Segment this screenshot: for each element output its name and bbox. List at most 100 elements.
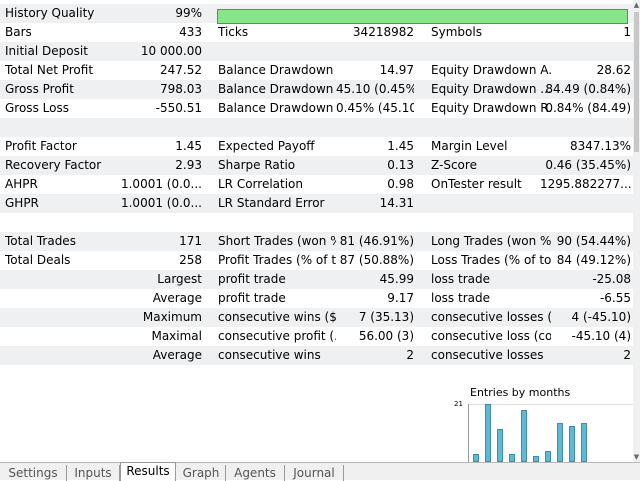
total-trades-value: 171 [179,234,202,248]
total-net-profit-label: Total Net Profit [5,63,94,77]
spacer-row [0,118,633,137]
profit-trades-label: Profit Trades (% of t... [218,253,336,267]
average-consecutive-label: Average [152,348,202,362]
chart-bar [557,423,563,462]
sharpe-ratio-label: Sharpe Ratio [218,158,296,172]
chart-plot-area [468,404,633,462]
margin-level-value: 8347.13% [569,139,631,153]
profit-trades-value: 87 (50.88%) [339,253,414,267]
loss-trades-value: 84 (49.12%) [556,253,631,267]
ontester-result-label: OnTester result [431,177,522,191]
equity-drawdown-abs-value: 28.62 [596,63,631,77]
average-label: Average [152,291,202,305]
balance-drawdown-rel-label: Balance Drawdown ... [218,101,336,115]
row-total-deals: Total Deals 258 Profit Trades (% of t...… [0,251,633,270]
ontester-result-value: 1295.882277... [540,177,631,191]
equity-drawdown-max-label: Equity Drawdown ... [431,82,551,96]
max-consecutive-wins-label: consecutive wins ($) [218,310,336,324]
lr-correlation-value: 0.98 [387,177,414,191]
average-loss-trade-value: -6.55 [599,291,631,305]
gross-profit-value: 798.03 [160,82,202,96]
average-consecutive-wins-label: consecutive wins [218,348,321,362]
long-trades-value: 90 (54.44%) [556,234,631,248]
short-trades-label: Short Trades (won %) [218,234,336,248]
row-maximal: Maximal consecutive profit (... 56.00 (3… [0,327,633,346]
recovery-factor-value: 2.93 [175,158,202,172]
largest-label: Largest [157,272,202,286]
tab-results[interactable]: Results [120,462,176,481]
row-gross-profit: Gross Profit 798.03 Balance Drawdown ...… [0,80,633,99]
history-quality-bar [217,9,628,24]
chart-bar [581,423,587,462]
largest-profit-trade-label: profit trade [218,272,286,286]
ticks-label: Ticks [218,25,249,39]
spacer-row [0,365,633,384]
initial-deposit-value: 10 000.00 [140,44,202,58]
chart-title: Entries by months [470,386,571,399]
row-history-quality: History Quality 99% [0,4,633,24]
symbols-value: 1 [623,25,631,39]
row-gross-loss: Gross Loss -550.51 Balance Drawdown ... … [0,99,633,118]
largest-loss-trade-label: loss trade [431,272,490,286]
scroll-up-arrow-icon[interactable]: ▲ [633,0,640,10]
balance-drawdown-max-value: 45.10 (0.45%) [336,82,414,96]
maximal-consecutive-loss-value: -45.10 (4) [571,329,632,343]
z-score-value: 0.46 (35.45%) [545,158,631,172]
maximum-label: Maximum [142,310,202,324]
average-profit-trade-label: profit trade [218,291,286,305]
max-consecutive-losses-value: 4 (-45.10) [571,310,632,324]
maximal-consecutive-profit-label: consecutive profit (... [218,329,336,343]
sharpe-ratio-value: 0.13 [387,158,414,172]
equity-drawdown-abs-label: Equity Drawdown A... [431,63,551,77]
tab-settings[interactable]: Settings [0,465,67,481]
expected-payoff-label: Expected Payoff [218,139,315,153]
largest-profit-trade-value: 45.99 [379,272,414,286]
row-maximum: Maximum consecutive wins ($) 7 (35.13) c… [0,308,633,327]
tab-agents[interactable]: Agents [226,465,285,481]
row-average-consecutive: Average consecutive wins 2 consecutive l… [0,346,633,365]
maximal-consecutive-loss-label: consecutive loss (co... [431,329,551,343]
max-consecutive-wins-value: 7 (35.13) [358,310,414,324]
maximal-label: Maximal [151,329,202,343]
z-score-label: Z-Score [431,158,477,172]
symbols-label: Symbols [431,25,482,39]
row-average-trade: Average profit trade 9.17 loss trade -6.… [0,289,633,308]
total-trades-label: Total Trades [5,234,76,248]
chart-bar [521,410,527,462]
total-deals-label: Total Deals [5,253,71,267]
largest-loss-trade-value: -25.08 [592,272,631,286]
ticks-value: 34218982 [352,25,414,39]
equity-drawdown-max-value: 84.49 (0.84%) [545,82,631,96]
row-bars: Bars 433 Ticks 34218982 Symbols 1 [0,23,633,42]
row-total-trades: Total Trades 171 Short Trades (won %) 81… [0,232,633,251]
margin-level-label: Margin Level [431,139,508,153]
initial-deposit-label: Initial Deposit [5,44,88,58]
average-consecutive-wins-value: 2 [406,348,414,362]
row-ghpr: GHPR 1.0001 (0.0... LR Standard Error 14… [0,194,633,213]
short-trades-value: 81 (46.91%) [339,234,414,248]
average-consecutive-losses-label: consecutive losses [431,348,544,362]
tab-graph[interactable]: Graph [177,465,226,481]
chart-bar [545,451,551,462]
tab-inputs[interactable]: Inputs [67,465,120,481]
equity-drawdown-rel-label: Equity Drawdown R... [431,101,551,115]
gross-profit-label: Gross Profit [5,82,74,96]
tester-tab-bar: Settings Inputs Results Graph Agents Jou… [0,462,640,481]
average-loss-trade-label: loss trade [431,291,490,305]
lr-correlation-label: LR Correlation [218,177,304,191]
vertical-scrollbar[interactable]: ▲ ▼ [633,0,640,462]
ahpr-value: 1.0001 (0.0... [120,177,202,191]
average-consecutive-losses-value: 2 [623,348,631,362]
scroll-down-arrow-icon[interactable]: ▼ [633,452,640,462]
expected-payoff-value: 1.45 [387,139,414,153]
balance-drawdown-abs-value: 14.97 [379,63,414,77]
balance-drawdown-abs-label: Balance Drawdown ... [218,63,336,77]
average-profit-trade-value: 9.17 [387,291,414,305]
ghpr-value: 1.0001 (0.0... [120,196,202,210]
scrollbar-thumb[interactable] [634,12,639,152]
tab-journal[interactable]: Journal [285,465,344,481]
row-recovery-factor: Recovery Factor 2.93 Sharpe Ratio 0.13 Z… [0,156,633,175]
lr-standard-error-value: 14.31 [379,196,414,210]
bars-value: 433 [179,25,202,39]
entries-by-months-chart: Entries by months 21 [446,386,633,462]
